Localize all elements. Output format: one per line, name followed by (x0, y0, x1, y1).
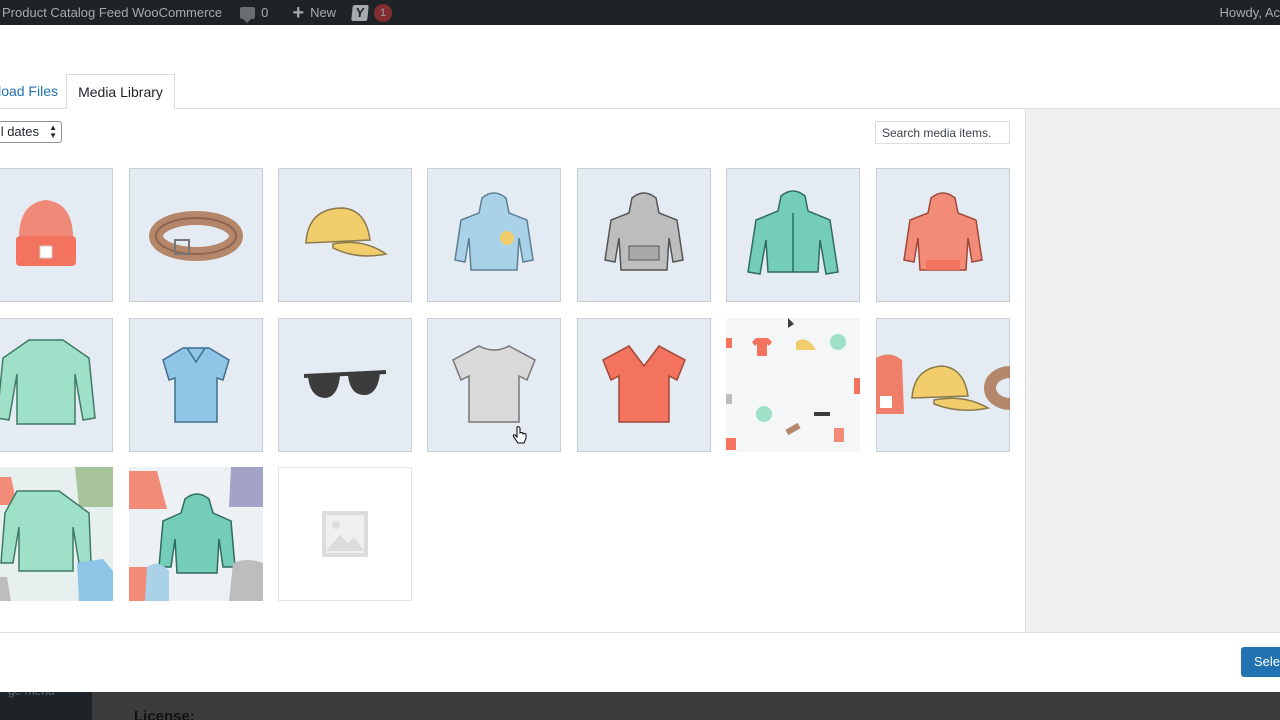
comments-count: 0 (261, 5, 269, 20)
attachment-hoodie-zipper[interactable] (726, 168, 860, 302)
attachment-pattern-scattered[interactable] (726, 318, 860, 452)
admin-sidebar-fragment: ge menu (0, 684, 92, 720)
tshirt-icon (452, 345, 536, 423)
account-menu[interactable]: Howdy, Ac (1220, 0, 1280, 25)
cap-icon (305, 207, 388, 257)
attachment-tshirt[interactable] (427, 318, 561, 452)
attachment-placeholder[interactable] (278, 467, 412, 601)
attachment-vneck-tee[interactable] (577, 318, 711, 452)
attachment-pattern-hoodies[interactable] (129, 467, 263, 601)
polo-icon (162, 347, 230, 423)
yoast-menu[interactable]: Y 1 (351, 0, 393, 25)
banner-icon (876, 354, 1010, 414)
comments-link[interactable]: 0 (240, 0, 268, 25)
search-media-input[interactable] (875, 121, 1010, 144)
page-content-fragment: License: (92, 692, 1280, 720)
attachment-long-sleeve[interactable] (0, 318, 113, 452)
notification-badge: 1 (374, 3, 393, 22)
new-label: New (310, 5, 337, 20)
hoodie-with-logo-icon (454, 192, 534, 271)
yoast-icon: Y (351, 4, 369, 21)
placeholder-image-icon (322, 511, 368, 557)
pattern-icon (129, 467, 263, 601)
sunglasses-icon (303, 370, 387, 398)
admin-bar: Product Catalog Feed WooCommerce 0 + New… (0, 0, 1280, 25)
long-sleeve-tee-icon (0, 339, 96, 425)
hand-cursor-icon (512, 426, 527, 444)
tab-media-library[interactable]: Media Library (66, 74, 175, 110)
pattern-icon (726, 318, 860, 452)
plus-icon: + (292, 1, 305, 24)
media-modal: load Files Media Library l dates ▲ ▼ Sea… (0, 25, 1280, 692)
date-filter-select[interactable]: l dates ▲ ▼ (0, 121, 62, 143)
attachment-belt[interactable] (129, 168, 263, 302)
tab-upload-label: load Files (0, 83, 58, 99)
attachment-cap[interactable] (278, 168, 412, 302)
select-arrows-icon: ▲ ▼ (49, 123, 57, 140)
date-filter-label: l dates (0, 124, 39, 139)
vneck-tee-icon (602, 345, 686, 423)
attachment-polo[interactable] (129, 318, 263, 452)
select-button[interactable]: Sele (1241, 647, 1280, 677)
attachment-details-sidebar (1025, 109, 1280, 632)
attachment-beanie[interactable] (0, 168, 113, 302)
attachment-banner[interactable] (876, 318, 1010, 452)
media-toolbar-footer (0, 632, 1280, 692)
hoodie-icon (903, 192, 983, 271)
tab-upload-files[interactable]: load Files (0, 74, 66, 109)
attachment-hoodie-red[interactable] (876, 168, 1010, 302)
site-name-link[interactable]: Product Catalog Feed WooCommerce (0, 0, 222, 25)
license-heading: License: (134, 708, 195, 720)
hoodie-icon (604, 192, 684, 271)
attachment-pattern-long-sleeve[interactable] (0, 467, 113, 601)
attachment-sunglasses[interactable] (278, 318, 412, 452)
attachment-hoodie-logo[interactable] (427, 168, 561, 302)
hoodie-with-zipper-icon (747, 190, 839, 275)
beanie-icon (16, 200, 76, 266)
media-router: load Files Media Library (0, 25, 1280, 110)
attachment-hoodie-grey[interactable] (577, 168, 711, 302)
new-content-link[interactable]: + New (292, 0, 336, 25)
pattern-icon (0, 467, 113, 601)
belt-icon (149, 211, 243, 261)
comment-icon (240, 6, 256, 23)
